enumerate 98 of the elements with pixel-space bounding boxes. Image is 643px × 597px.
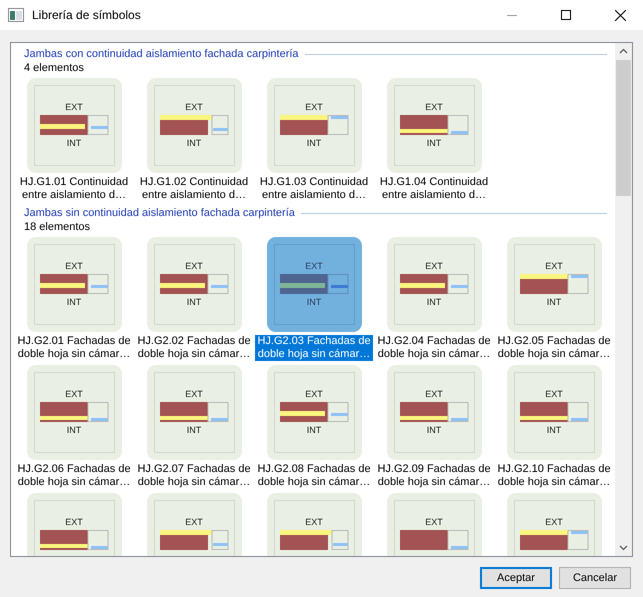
symbol-card[interactable]: EXT [266,493,362,556]
symbol-card[interactable]: EXT INT [386,78,482,173]
exterior-label: EXT [425,389,443,399]
symbol-caption: HJ.G2.06 Fachadas de doble hoja sin cámar… [16,463,132,489]
exterior-label: EXT [425,261,443,271]
symbol-card[interactable]: EXT INT [146,365,242,460]
symbol-card[interactable]: EXT [506,493,602,556]
exterior-label: EXT [545,517,563,527]
symbol-card[interactable]: EXT INT [26,237,122,332]
maximize-icon [561,10,571,20]
interior-label: INT [546,297,562,307]
interior-label: INT [426,297,442,307]
symbol-caption: HJ.G2.02 Fachadas de doble hoja sin cámar… [136,335,252,361]
symbol-card[interactable]: EXT INT [26,365,122,460]
symbol-card[interactable]: EXT INT [266,78,362,173]
symbol-caption: HJ.G2.07 Fachadas de doble hoja sin cámar… [136,463,252,489]
window-title: Librería de símbolos [32,8,142,22]
symbol-caption: HJ.G1.04 Continuidad entre aislamiento d… [378,176,490,202]
symbol-caption: HJ.G2.04 Fachadas de doble hoja sin cámar… [376,335,492,361]
interior-label: INT [426,425,442,435]
wall-section-drawing [280,402,348,422]
minimize-icon [507,14,517,16]
exterior-label: EXT [185,261,203,271]
close-icon [614,10,626,20]
symbol-card[interactable]: EXT INT [386,237,482,332]
item-count: 4 elementos [24,62,85,74]
wall-section-drawing [40,274,108,294]
cancel-button[interactable]: Cancelar [559,567,631,589]
exterior-label: EXT [545,389,563,399]
interior-label: INT [306,297,322,307]
symbol-caption: HJ.G2.01 Fachadas de doble hoja sin cámar… [16,335,132,361]
wall-section-drawing [520,530,588,550]
interior-label: INT [426,138,442,148]
wall-section-drawing [280,115,348,135]
wall-section-drawing [520,402,588,422]
interior-label: INT [186,297,202,307]
interior-label: INT [546,425,562,435]
exterior-label: EXT [305,261,323,271]
symbol-card[interactable]: EXT INT [386,365,482,460]
wall-section-drawing [40,530,108,550]
exterior-label: EXT [65,261,83,271]
symbol-card[interactable]: EXT INT [266,365,362,460]
symbol-card[interactable]: EXT INT [266,237,362,332]
symbol-card[interactable]: EXT [386,493,482,556]
symbol-caption: HJ.G2.10 Fachadas de doble hoja sin cámar… [496,463,612,489]
exterior-label: EXT [305,389,323,399]
wall-section-drawing [160,530,228,550]
wall-section-drawing [520,274,588,294]
interior-label: INT [66,425,82,435]
interior-label: INT [186,425,202,435]
item-count: 18 elementos [24,221,92,233]
symbol-caption: HJ.G2.08 Fachadas de doble hoja sin cámar… [256,463,372,489]
exterior-label: EXT [425,517,443,527]
scroll-thumb[interactable] [616,60,631,196]
exterior-label: EXT [185,389,203,399]
exterior-label: EXT [185,102,203,112]
wall-section-drawing [280,274,348,294]
symbol-card[interactable]: EXT [26,493,122,556]
exterior-label: EXT [65,517,83,527]
symbol-caption: HJ.G1.01 Continuidad entre aislamiento d… [18,176,130,202]
symbol-card[interactable]: EXT INT [26,78,122,173]
exterior-label: EXT [65,389,83,399]
wall-section-drawing [280,530,348,550]
wall-section-drawing [160,402,228,422]
wall-section-drawing [160,115,228,135]
wall-section-drawing [40,402,108,422]
symbol-caption: HJ.G2.03 Fachadas de doble hoja sin cámar… [255,335,373,361]
symbol-caption: HJ.G1.02 Continuidad entre aislamiento d… [138,176,250,202]
symbol-caption: HJ.G2.05 Fachadas de doble hoja sin cámar… [496,335,612,361]
wall-section-drawing [160,274,228,294]
symbol-card[interactable]: EXT INT [506,365,602,460]
interior-label: INT [306,425,322,435]
wall-section-drawing [400,115,468,135]
accept-button[interactable]: Aceptar [480,567,552,589]
exterior-label: EXT [65,102,83,112]
exterior-label: EXT [305,517,323,527]
symbol-caption: HJ.G1.03 Continuidad entre aislamiento d… [258,176,370,202]
symbol-card[interactable]: EXT INT [506,237,602,332]
interior-label: INT [66,138,82,148]
exterior-label: EXT [305,102,323,112]
symbol-card[interactable]: EXT [146,493,242,556]
exterior-label: EXT [425,102,443,112]
symbol-card[interactable]: EXT INT [146,78,242,173]
interior-label: INT [306,138,322,148]
wall-section-drawing [400,274,468,294]
app-icon [8,8,24,22]
group-title: Jambas con continuidad aislamiento fachada carpintería [24,48,299,60]
exterior-label: EXT [185,517,203,527]
scrollbar[interactable] [615,43,632,556]
interior-label: INT [186,138,202,148]
symbol-caption: HJ.G2.09 Fachadas de doble hoja sin cámar… [376,463,492,489]
wall-section-drawing [40,115,108,135]
exterior-label: EXT [545,261,563,271]
wall-section-drawing [400,530,468,550]
wall-section-drawing [400,402,468,422]
symbol-card[interactable]: EXT INT [146,237,242,332]
group-title: Jambas sin continuidad aislamiento fachada carpintería [24,207,295,219]
interior-label: INT [66,297,82,307]
